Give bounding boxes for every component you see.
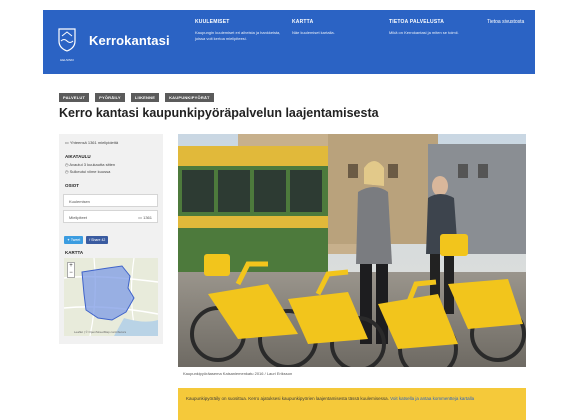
schedule-closed-text: Sulkeutui viime kuussa <box>69 169 111 174</box>
schedule-closed: ◷ Sulkeutui viime kuussa <box>65 169 110 174</box>
nav-tietoa[interactable]: TIETOA PALVELUSTA Mikä on Kerrokantasi j… <box>389 19 475 36</box>
tweet-label: Tweet <box>70 238 81 242</box>
section-2-count: ▭ 1361 <box>138 215 152 220</box>
nav-kuulemiset-title[interactable]: KUULEMISET <box>195 19 281 25</box>
brand-title[interactable]: Kerrokantasi <box>89 33 170 48</box>
area-map[interactable]: + − Leaflet | © OpenStreetMap contributo… <box>64 258 158 336</box>
helsinki-logo[interactable]: HELSINKI <box>57 27 77 62</box>
logo-label: HELSINKI <box>60 58 74 62</box>
info-notice: Kaupunkipyöräily on suosittua. Kerro aja… <box>178 388 526 420</box>
facebook-share-button[interactable]: f Share 42 <box>86 236 109 244</box>
notice-text: Kaupunkipyöräily on suosittua. Kerro aja… <box>186 396 389 401</box>
notice-link[interactable]: Voit katsella ja antaa kommentteja karta… <box>390 396 474 401</box>
tag-palvelut[interactable]: PALVELUT <box>59 93 90 102</box>
nav-kuulemiset-desc: Kaupungin kuulemiset eri aiheista ja han… <box>195 30 281 41</box>
tag-pyoraily[interactable]: PYÖRÄILY <box>95 93 125 102</box>
schedule-open: ◷ Avautui 3 kuukautta sitten <box>65 162 115 167</box>
nav-kartta-desc: Näe kuulemiset kartalla. <box>292 30 335 35</box>
hero-photo <box>178 134 526 367</box>
tag-liikenne[interactable]: LIIKENNE <box>130 93 160 102</box>
schedule-heading: AIKATAULU <box>65 154 91 159</box>
section-1-label: Kuulemisen <box>69 199 90 204</box>
nav-kartta[interactable]: KARTTA Näe kuulemiset kartalla. <box>292 19 378 36</box>
nav-tietoa-title[interactable]: TIETOA PALVELUSTA <box>389 19 475 25</box>
page-title: Kerro kantasi kaupunkipyöräpalvelun laaj… <box>59 106 379 120</box>
section-link-kuulemisen[interactable]: Kuulemisen <box>63 194 158 207</box>
share-buttons: ✦ Tweet f Share 42 <box>64 236 109 244</box>
photo-caption: Kaupunkipyöräasema Kaisaniemenkatu 2016 … <box>183 371 293 376</box>
nav-tietoa-desc: Mikä on Kerrokantasi ja miten se toimii. <box>389 30 459 35</box>
map-attribution[interactable]: Leaflet | © OpenStreetMap contributors <box>74 330 126 334</box>
section-2-count-value: 1361 <box>143 215 152 220</box>
nav-kartta-title[interactable]: KARTTA <box>292 19 378 25</box>
zoom-out-button[interactable]: − <box>68 270 74 277</box>
tag-list: PALVELUT PYÖRÄILY LIIKENNE KAUPUNKIPYÖRÄ… <box>59 93 214 102</box>
facebook-share-label: Share 42 <box>91 238 106 242</box>
section-2-label: Mielipiteet <box>69 215 88 220</box>
opinion-count-text: Yhteensä 1361 mielipidettä <box>69 140 119 145</box>
tweet-button[interactable]: ✦ Tweet <box>64 236 84 244</box>
header-info-link[interactable]: Tietoa sivustosta <box>487 19 524 25</box>
site-header: HELSINKI Kerrokantasi KUULEMISET Kaupung… <box>43 10 535 74</box>
map-zoom-control: + − <box>67 262 75 278</box>
sidebar: ▭ Yhteensä 1361 mielipidettä AIKATAULU ◷… <box>59 134 163 344</box>
opinion-count: ▭ Yhteensä 1361 mielipidettä <box>65 140 118 145</box>
sections-heading: OSIOT <box>65 183 80 188</box>
zoom-in-button[interactable]: + <box>68 263 74 270</box>
tag-kaupunkipyorat[interactable]: KAUPUNKIPYÖRÄT <box>165 93 214 102</box>
nav-kuulemiset[interactable]: KUULEMISET Kaupungin kuulemiset eri aihe… <box>195 19 281 42</box>
schedule-open-text: Avautui 3 kuukautta sitten <box>69 162 116 167</box>
section-link-mielipiteet[interactable]: Mielipiteet ▭ 1361 <box>63 210 158 223</box>
map-heading: KARTTA <box>65 250 84 255</box>
